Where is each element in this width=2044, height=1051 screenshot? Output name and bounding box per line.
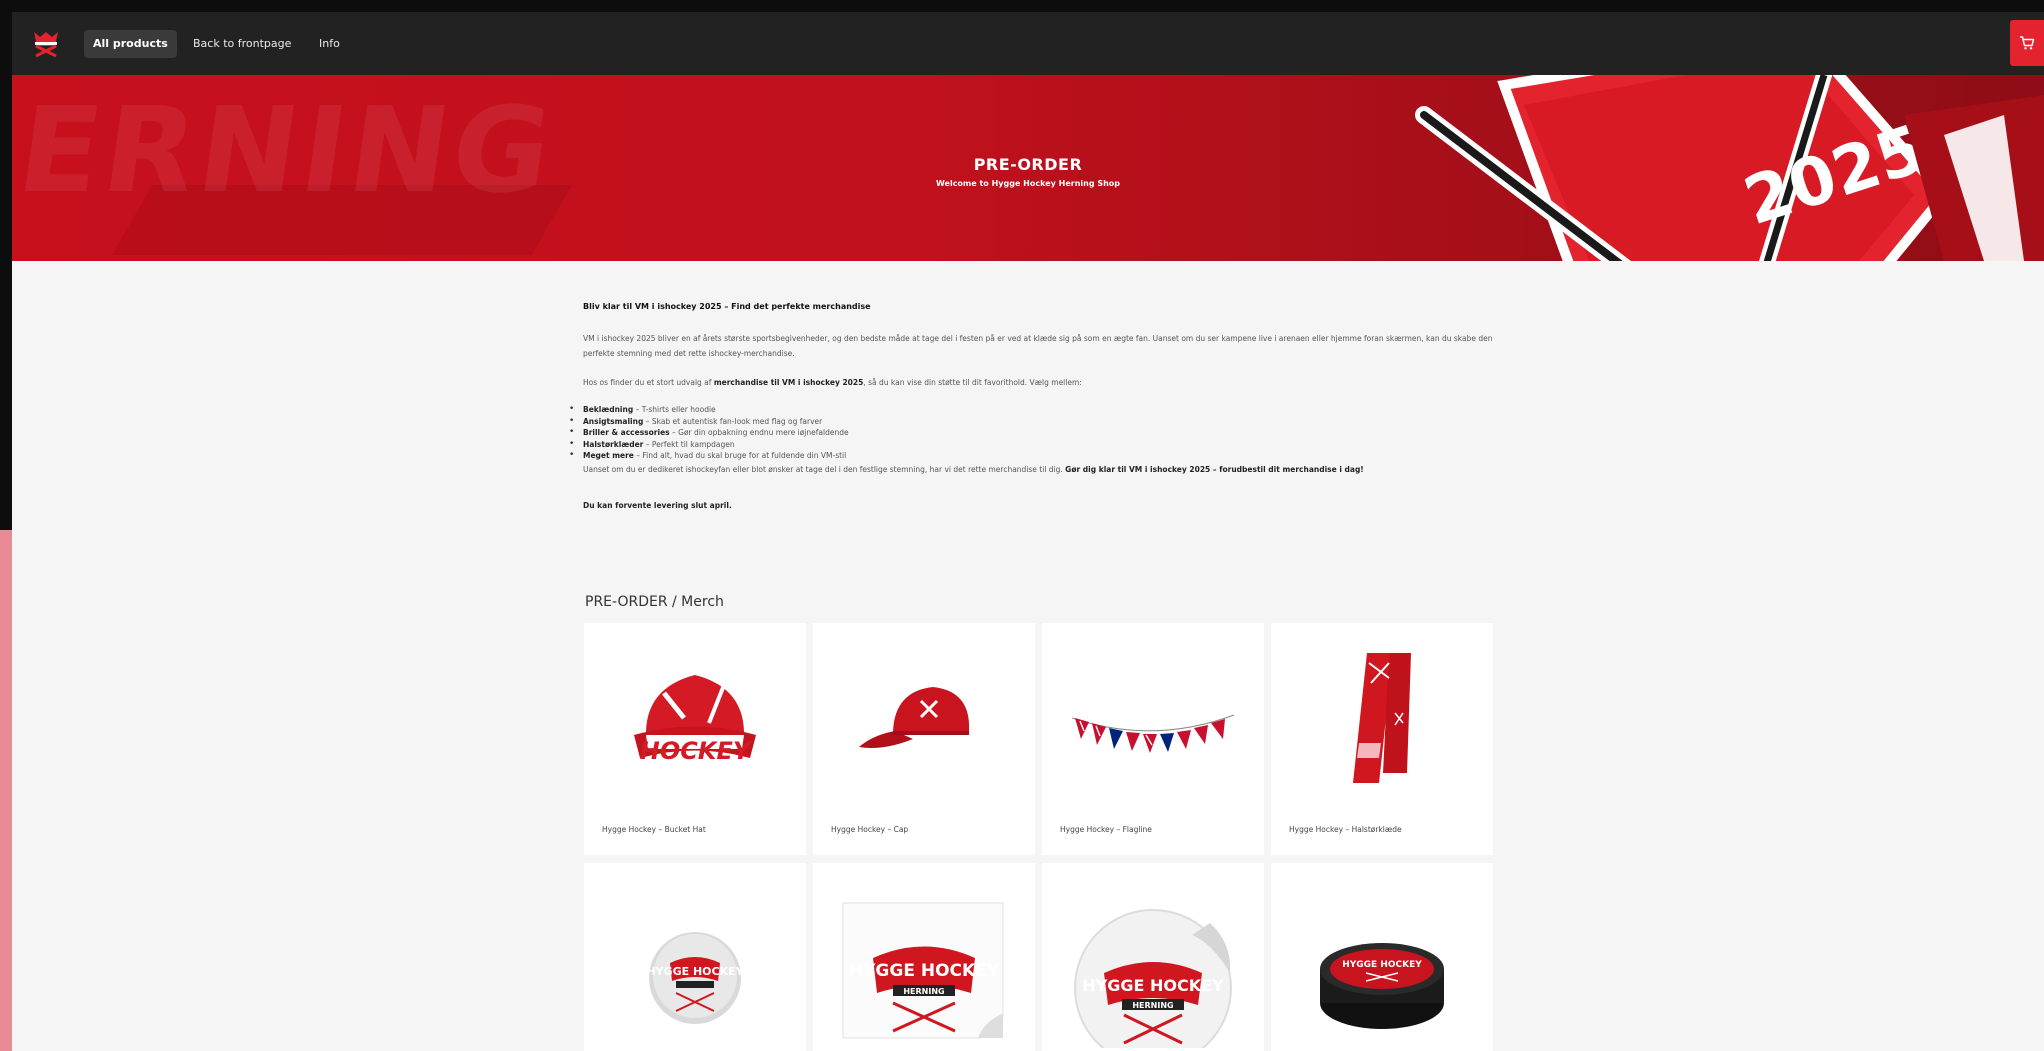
intro-content: Bliv klar til VM i ishockey 2025 – Find … [569,302,1498,510]
intro-heading: Bliv klar til VM i ishockey 2025 – Find … [583,302,871,311]
product-name[interactable]: Hygge Hockey – Cap [831,825,908,834]
hockey-2025-badge-art: 2025 [1415,75,2044,261]
svg-text:HERNING: HERNING [903,987,944,996]
bucket-hat-image: HOCKEY [634,675,756,765]
svg-text:HOCKEY: HOCKEY [640,737,753,765]
cart-button[interactable] [2010,20,2044,66]
left-accent-bar [0,530,12,1051]
intro-paragraph-2: Hos os finder du et stort udvalg af merc… [583,378,1082,387]
button-badge-image: HYGGE HOCKEY [646,932,745,1024]
puck-image: HYGGE HOCKEY [1320,943,1444,1029]
product-name[interactable]: Hygge Hockey – Flagline [1060,825,1152,834]
nav-all-products[interactable]: All products [84,30,177,58]
product-name[interactable]: Hygge Hockey – Bucket Hat [602,825,706,834]
svg-text:HYGGE HOCKEY: HYGGE HOCKEY [849,961,1000,981]
hero-banner: ERNING PRE-ORDER Welcome to Hygge Hockey… [12,75,2044,261]
sticker-image: HYGGE HOCKEY HERNING [842,902,1004,1039]
product-card-cap[interactable]: Hygge Hockey – Cap [813,623,1035,855]
svg-text:HERNING: HERNING [1132,1001,1173,1010]
product-card-scarf[interactable]: Hygge Hockey – Halstørklæde [1271,623,1493,855]
svg-text:HYGGE HOCKEY: HYGGE HOCKEY [646,965,744,978]
flagline-image [1071,714,1235,753]
svg-text:HYGGE HOCKEY: HYGGE HOCKEY [1082,976,1224,995]
browser-page: All products Back to frontpage Info ERNI… [12,12,2044,1051]
product-card-button-badge[interactable]: HYGGE HOCKEY [584,863,806,1051]
section-title: PRE-ORDER / Merch [585,594,724,610]
product-card-puck[interactable]: HYGGE HOCKEY [1271,863,1493,1051]
list-item: Ansigtsmaling – Skab et autentisk fan-lo… [569,416,1498,428]
hero-background-text: ERNING [12,81,564,219]
top-nav: All products Back to frontpage Info [12,12,2044,75]
round-sticker-image: HYGGE HOCKEY HERNING [1074,909,1232,1048]
product-name[interactable]: Hygge Hockey – Halstørklæde [1289,825,1402,834]
cap-image [859,687,970,748]
product-card-sticker[interactable]: HYGGE HOCKEY HERNING [813,863,1035,1051]
intro-closing: Uanset om du er dedikeret ishockeyfan el… [583,464,1364,474]
list-item: Briller & accessories – Gør din opbaknin… [569,427,1498,439]
delivery-note: Du kan forvente levering slut april. [583,500,732,510]
list-item: Beklædning – T-shirts eller hoodie [569,404,1498,416]
merch-category-list: Beklædning – T-shirts eller hoodie Ansig… [569,404,1498,462]
list-item: Halstørklæder – Perfekt til kampdagen [569,439,1498,451]
nav-back-to-frontpage[interactable]: Back to frontpage [184,30,300,58]
product-card-flagline[interactable]: Hygge Hockey – Flagline [1042,623,1264,855]
scarf-image [1353,653,1411,783]
hygge-hockey-logo-icon[interactable] [30,29,62,59]
intro-paragraph-1: VM i ishockey 2025 bliver en af årets st… [583,334,1493,358]
list-item: Meget mere – Find alt, hvad du skal brug… [569,450,1498,462]
product-card-round-sticker[interactable]: HYGGE HOCKEY HERNING [1042,863,1264,1051]
cart-icon [2020,36,2035,50]
product-card-bucket-hat[interactable]: HOCKEY Hygge Hockey – Bucket Hat [584,623,806,855]
nav-info[interactable]: Info [310,30,349,58]
svg-text:HYGGE HOCKEY: HYGGE HOCKEY [1342,960,1422,970]
